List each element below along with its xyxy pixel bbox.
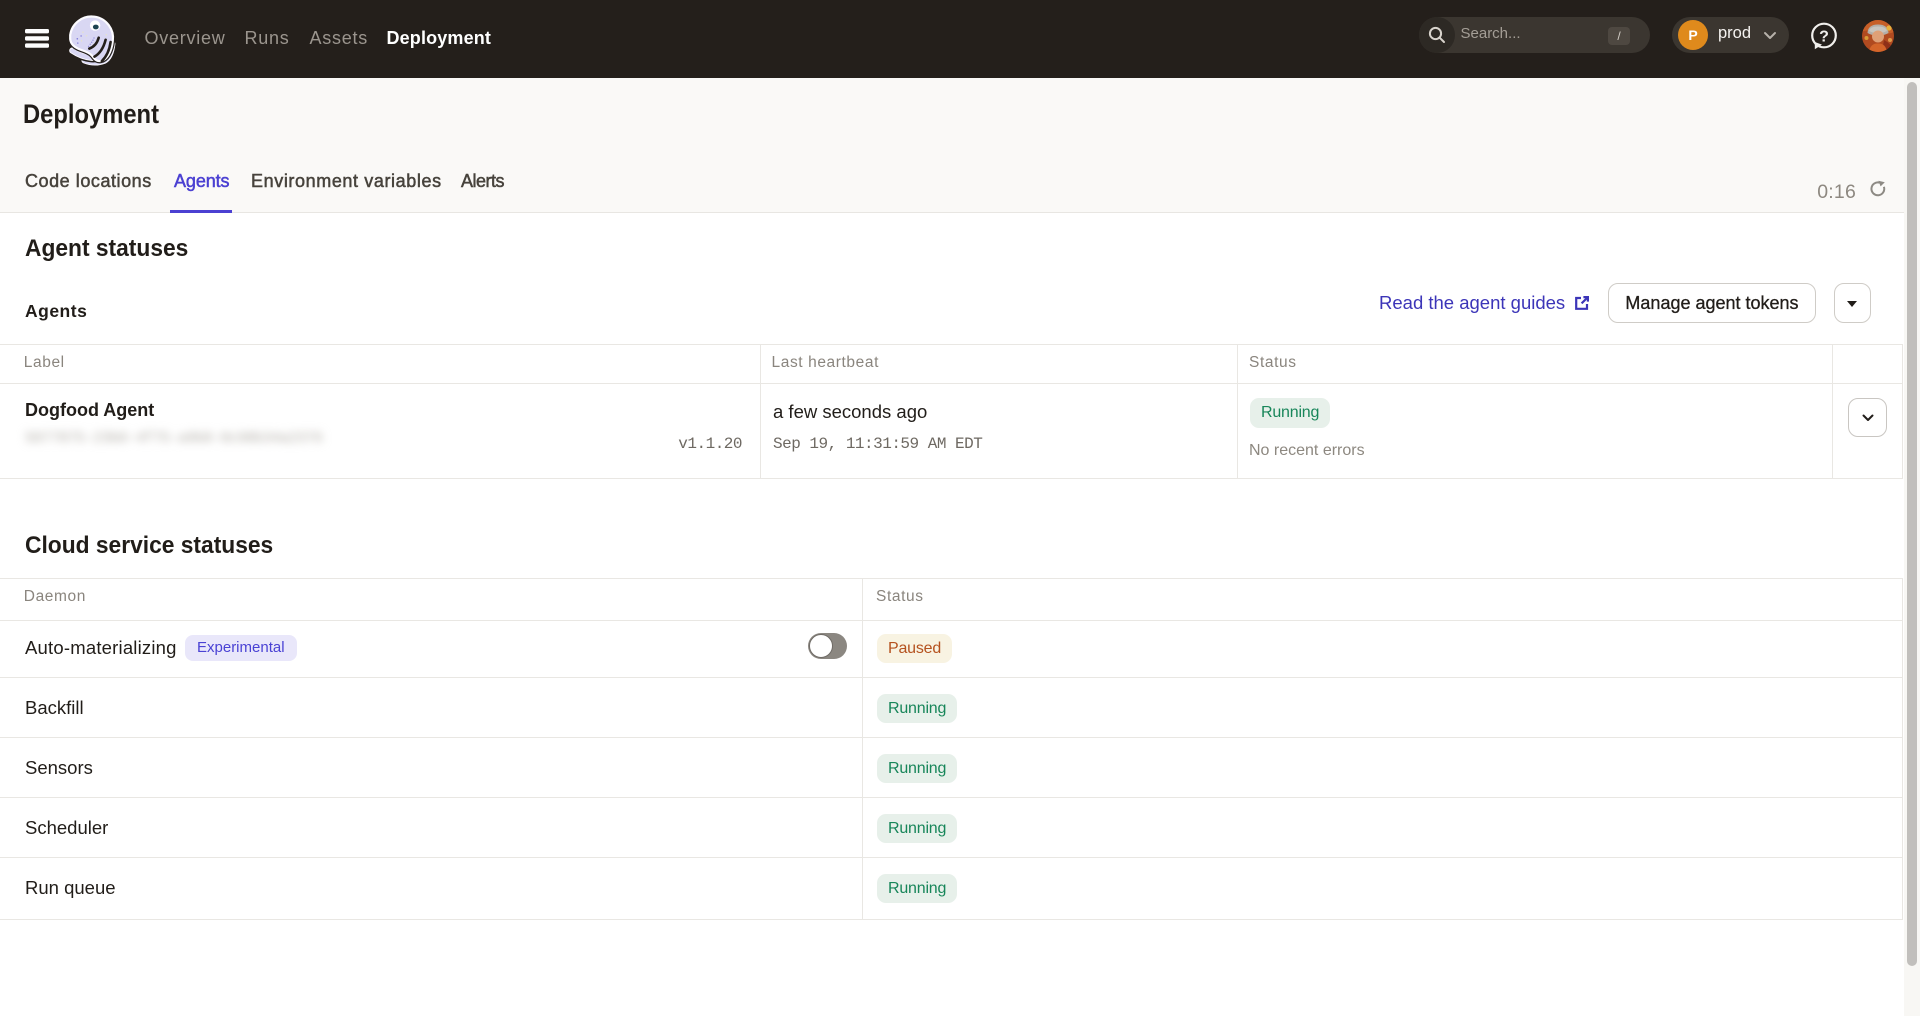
svg-text:?: ? bbox=[1819, 29, 1829, 46]
